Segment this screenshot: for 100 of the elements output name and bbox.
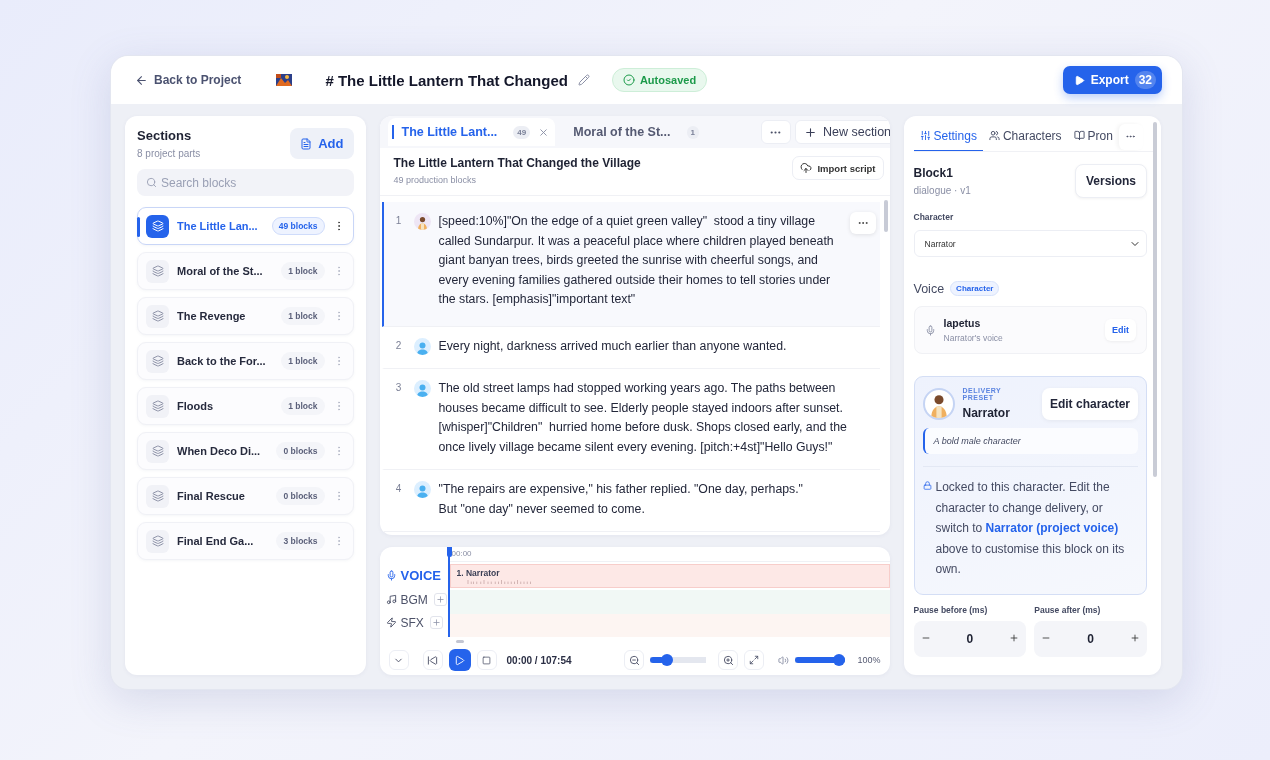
versions-button[interactable]: Versions bbox=[1074, 164, 1147, 198]
block-meta: dialogue · v1 bbox=[913, 185, 971, 196]
track-label[interactable]: BGM bbox=[385, 588, 448, 612]
line-number: 3 bbox=[394, 381, 403, 395]
plus-icon bbox=[1009, 632, 1020, 643]
section-item[interactable]: Floods 1 block bbox=[137, 387, 354, 425]
add-track-button[interactable] bbox=[429, 616, 443, 630]
edit-button[interactable]: Edit bbox=[1105, 319, 1136, 341]
inspector-tab[interactable]: Settings bbox=[913, 122, 983, 151]
layers-icon bbox=[146, 214, 169, 238]
block-text: The old street lamps had stopped working years ago. The paths between houses became difficult to see. Elderly people stayed indoors after sunset. [whisper]"Children" hurried home before dusk. Shops closed early, and the once lively village became silent every evening. [pitch:+4st]"Hello Guys!" bbox=[438, 380, 848, 456]
back-link[interactable]: Back to Project bbox=[135, 73, 242, 87]
track-label[interactable]: VOICE bbox=[385, 562, 448, 589]
section-item[interactable]: The Little Lan... 49 blocks bbox=[137, 207, 354, 245]
section-item[interactable]: Final End Ga... 3 blocks bbox=[137, 522, 354, 560]
layers-icon bbox=[146, 439, 169, 463]
book-icon bbox=[1073, 130, 1085, 141]
more-button[interactable] bbox=[760, 120, 791, 144]
section-item[interactable]: The Revenge 1 block bbox=[137, 297, 354, 335]
lock-icon bbox=[922, 481, 932, 490]
block-count: 1 block bbox=[281, 307, 325, 325]
tab-count: 49 bbox=[513, 125, 531, 139]
new-section-button[interactable]: New section bbox=[794, 120, 890, 144]
zoom-out-icon bbox=[629, 654, 640, 666]
close-icon[interactable] bbox=[538, 126, 550, 138]
block-text: Every night, darkness arrived much earlier than anyone wanted. bbox=[438, 337, 788, 355]
import-script-button[interactable]: Import script bbox=[792, 156, 884, 180]
inspector-tab[interactable]: Pron bbox=[1067, 122, 1119, 151]
play-icon bbox=[1073, 74, 1085, 86]
slider-thumb[interactable] bbox=[833, 654, 846, 667]
section-title: The Little Lantern That Changed the Village bbox=[393, 156, 641, 170]
volume-icon[interactable] bbox=[778, 654, 790, 666]
pause-stepper[interactable]: 0 bbox=[913, 620, 1027, 657]
section-item[interactable]: When Deco Di... 0 blocks bbox=[137, 432, 354, 470]
line-number: 4 bbox=[394, 482, 403, 496]
skip-back-icon bbox=[427, 654, 438, 666]
voice-badge: Character bbox=[950, 281, 1000, 296]
edit-character-button[interactable]: Edit character bbox=[1041, 387, 1138, 420]
edit-icon[interactable] bbox=[577, 74, 590, 86]
block-title: Block1 bbox=[913, 166, 954, 180]
section-tab[interactable]: Moral of the St... 1 bbox=[559, 118, 753, 146]
field-label: Character bbox=[913, 212, 955, 222]
line-number: 1 bbox=[394, 214, 403, 228]
block-text: "The repairs are expensive," his father replied. "One day, perhaps." But "one day" never seemed to come. bbox=[438, 481, 804, 518]
person-icon bbox=[413, 481, 431, 498]
track-label[interactable]: SFX bbox=[385, 611, 448, 635]
skip-back-button[interactable] bbox=[422, 650, 443, 671]
character-avatar bbox=[922, 387, 955, 420]
section-name: Moral of the St... bbox=[177, 265, 264, 277]
section-name: Final End Ga... bbox=[177, 535, 255, 547]
section-item[interactable]: Final Rescue 0 blocks bbox=[137, 477, 354, 515]
plus-icon bbox=[431, 618, 441, 628]
zoom-out-button[interactable] bbox=[624, 650, 645, 671]
voice-name: Iapetus bbox=[943, 317, 982, 329]
export-count: 32 bbox=[1134, 71, 1156, 89]
layers-icon bbox=[146, 394, 169, 418]
field-label: Pause before (ms) bbox=[913, 604, 989, 615]
plus-icon bbox=[435, 595, 445, 605]
section-item[interactable]: Back to the For... 1 block bbox=[137, 342, 354, 380]
character-description: A bold male character bbox=[922, 428, 1138, 454]
character-select[interactable]: Narrator bbox=[913, 230, 1147, 257]
volume-reading: 100% bbox=[857, 655, 881, 666]
block-count: 0 blocks bbox=[276, 442, 325, 460]
pause-stepper[interactable]: 0 bbox=[1034, 620, 1147, 657]
slider-thumb[interactable] bbox=[661, 654, 674, 667]
fullscreen-button[interactable] bbox=[744, 650, 765, 671]
expand-icon bbox=[749, 655, 760, 666]
inspector-tab[interactable]: Characters bbox=[982, 122, 1068, 151]
line-number: 2 bbox=[394, 338, 403, 353]
add-track-button[interactable] bbox=[433, 593, 447, 607]
play-button[interactable] bbox=[448, 649, 471, 672]
zoom-in-button[interactable] bbox=[718, 650, 739, 671]
pause-value: 0 bbox=[966, 631, 974, 646]
scrollbar[interactable] bbox=[455, 640, 464, 644]
script-block[interactable] bbox=[381, 202, 880, 327]
scrollbar[interactable] bbox=[1153, 122, 1157, 477]
scrollbar[interactable] bbox=[883, 200, 888, 232]
export-button[interactable]: Export 32 bbox=[1062, 66, 1162, 94]
stop-button[interactable] bbox=[476, 650, 497, 671]
block-count: 3 blocks bbox=[276, 532, 325, 550]
block-count: 49 blocks bbox=[271, 217, 325, 235]
collapse-button[interactable] bbox=[388, 650, 409, 671]
search-field[interactable]: Search blocks bbox=[137, 169, 354, 196]
microphone-icon bbox=[385, 569, 397, 581]
block-text: [speed:10%]"On the edge of a quiet green valley" stood a tiny village called Sundarpur. It was a peaceful place where children played beneath giant banyan trees, birds greeted the sunrise with cheerful songs, and every evening families gathered outside their homes to tell stories under the stars. [emphasis]"important text" bbox=[438, 213, 835, 308]
add-button[interactable]: Add bbox=[290, 128, 354, 159]
audio-clip[interactable]: 1. Narrator bbox=[449, 564, 890, 589]
more-button[interactable] bbox=[1118, 123, 1143, 150]
playhead[interactable] bbox=[446, 547, 452, 558]
playback-time: 00:00 / 107:54 bbox=[506, 654, 572, 666]
plus-icon bbox=[1130, 632, 1140, 643]
voice-caption: Narrator's voice bbox=[943, 333, 1003, 343]
section-item[interactable]: Moral of the St... 1 block bbox=[137, 252, 354, 290]
section-subtitle: 49 production blocks bbox=[393, 175, 478, 185]
section-name: The Little Lan... bbox=[177, 220, 259, 232]
block-menu-button[interactable] bbox=[849, 212, 876, 234]
layers-icon bbox=[146, 304, 169, 328]
section-tab[interactable]: The Little Lant... 49 bbox=[387, 118, 556, 146]
block-count: 0 blocks bbox=[276, 487, 325, 505]
section-name: The Revenge bbox=[177, 310, 247, 322]
